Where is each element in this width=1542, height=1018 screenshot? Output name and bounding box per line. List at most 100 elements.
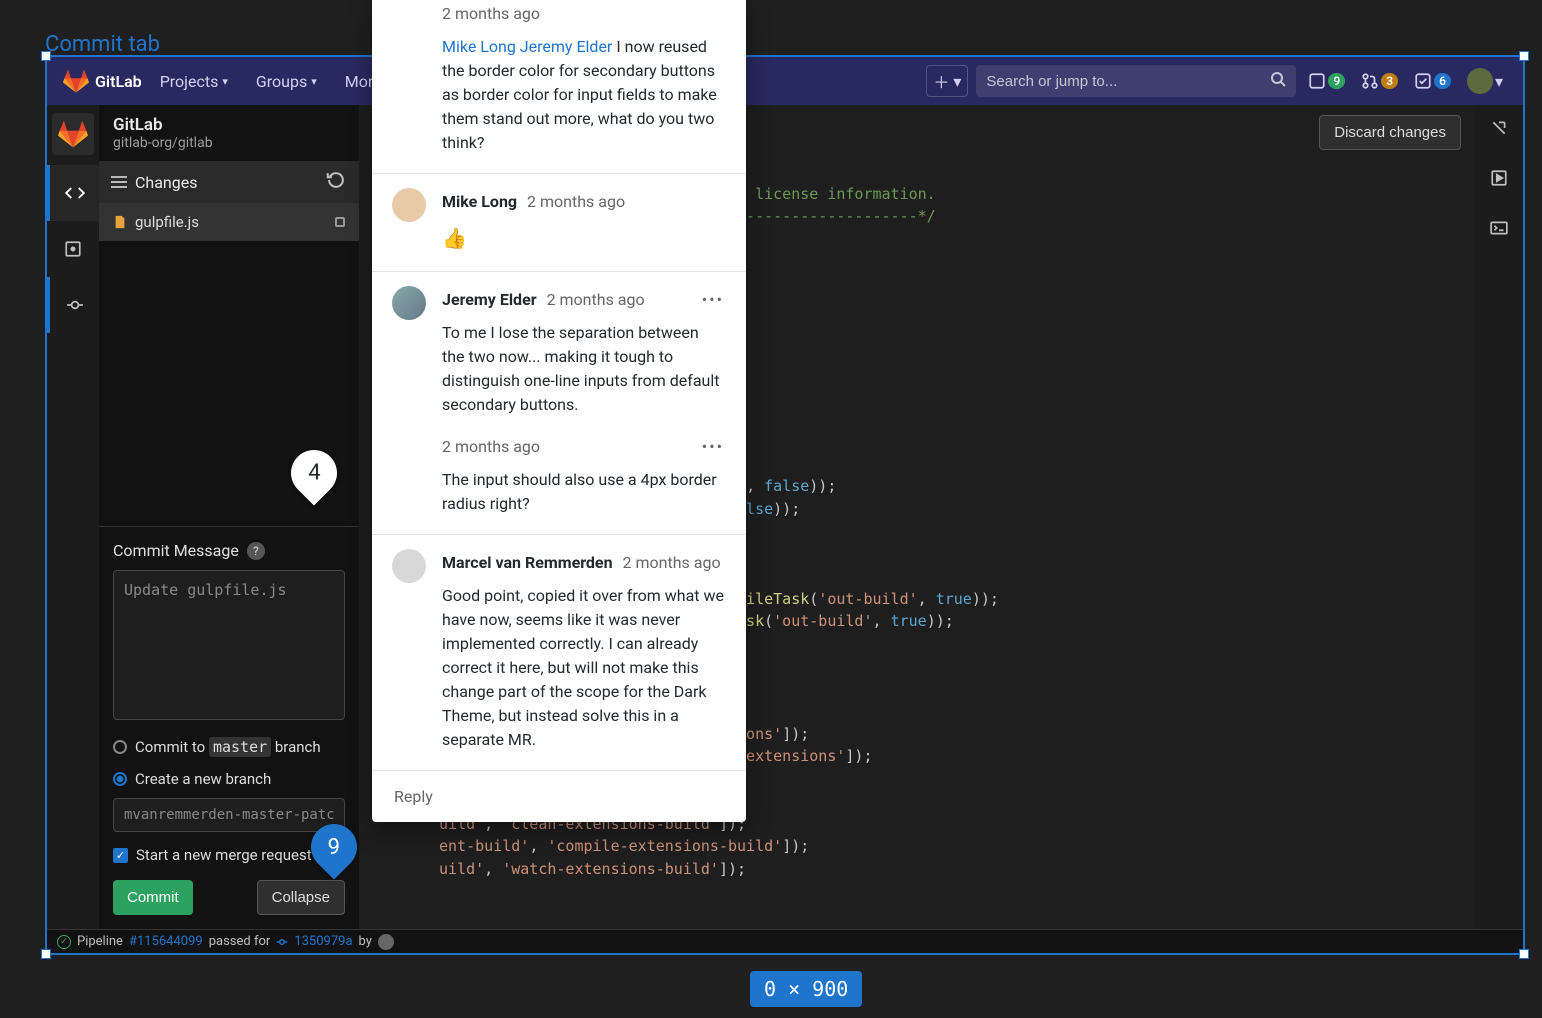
discard-changes-button[interactable]: Discard changes (1319, 115, 1461, 150)
project-path: gitlab-org/gitlab (113, 135, 345, 151)
project-name: GitLab (113, 115, 345, 135)
start-mr-label: Start a new merge request (136, 846, 312, 864)
rail-review[interactable] (47, 221, 99, 277)
status-bar: ✓ Pipeline #115644099 passed for 1350979… (47, 929, 1523, 953)
user-menu[interactable]: ▾ (1463, 68, 1507, 94)
comment-avatar[interactable] (392, 188, 426, 222)
commit-sha-link[interactable]: 1350979a (294, 934, 352, 949)
commit-to-suffix: branch (271, 738, 321, 756)
comment-time: 2 months ago (442, 437, 540, 456)
gitlab-logo[interactable]: GitLab (63, 68, 142, 94)
author-avatar[interactable] (378, 934, 394, 950)
chevron-down-icon: ▾ (311, 75, 317, 88)
pipeline-label: Pipeline (77, 934, 123, 949)
comment-author[interactable]: Jeremy Elder (442, 290, 537, 309)
pipeline-passed: passed for (209, 934, 271, 949)
chevron-down-icon: ▾ (1495, 72, 1503, 91)
pipeline-status-icon[interactable]: ✓ (57, 935, 71, 949)
collapse-button[interactable]: Collapse (257, 880, 345, 915)
selection-handle[interactable] (1519, 949, 1529, 959)
nav-groups-label: Groups (256, 72, 307, 91)
commit-message-text: Commit Message (113, 541, 239, 560)
comment-menu-icon[interactable]: ••• (702, 290, 724, 309)
live-preview-icon[interactable] (1490, 169, 1508, 191)
frame-dimensions-badge: 0 × 900 (750, 971, 862, 1007)
discard-all-icon[interactable] (325, 169, 347, 195)
comment-menu-icon[interactable]: ••• (702, 437, 724, 456)
commit-button[interactable]: Commit (113, 880, 193, 915)
create-new-branch-option[interactable]: Create a new branch (113, 770, 345, 788)
comment-author[interactable]: Marcel van Remmerden (442, 553, 613, 572)
tanuki-icon (58, 119, 88, 149)
nav-projects-label: Projects (160, 72, 219, 91)
user-mention[interactable]: Jeremy Elder (520, 37, 613, 56)
thread-comment: Marcel van Remmerden 2 months ago Good p… (372, 535, 746, 771)
selection-handle[interactable] (41, 51, 51, 61)
create-new-button[interactable]: ＋ ▾ (926, 65, 968, 97)
merge-requests-link[interactable]: 3 (1357, 72, 1402, 90)
design-pin-4[interactable]: 4 (291, 450, 337, 504)
commit-to-branch-option[interactable]: Commit to master branch (113, 738, 345, 756)
comment-body: Mike Long Jeremy Elder I now reused the … (442, 35, 724, 155)
rail-edit[interactable] (47, 165, 99, 221)
todos-link[interactable]: 6 (1410, 72, 1455, 90)
comment-author[interactable]: Mike Long (442, 192, 517, 211)
terminal-icon[interactable] (1490, 219, 1508, 241)
right-sidebar (1475, 105, 1523, 929)
commit-to-branch: master (209, 737, 271, 757)
modified-indicator (335, 217, 345, 227)
todo-icon (1414, 72, 1432, 90)
nav-projects[interactable]: Projects ▾ (150, 72, 238, 91)
file-name: gulpfile.js (135, 213, 199, 231)
changes-title: Changes (135, 173, 198, 192)
issues-icon (1308, 72, 1326, 90)
project-header: GitLab gitlab-org/gitlab (99, 105, 359, 161)
changed-file[interactable]: gulpfile.js (99, 203, 359, 241)
commit-to-prefix: Commit to (135, 738, 209, 756)
rail-commit[interactable] (47, 277, 99, 333)
comment-body: Good point, copied it over from what we … (442, 584, 724, 752)
commit-message-label: Commit Message ? (113, 541, 345, 560)
search-icon (1270, 71, 1286, 91)
comment-body: The input should also use a 4px border r… (442, 468, 724, 516)
commit-to-label: Commit to master branch (135, 738, 321, 756)
merge-request-icon (1361, 72, 1379, 90)
thread-comment: 2 months ago ••• The input should also u… (372, 427, 746, 535)
review-icon (64, 240, 82, 258)
chevron-down-icon: ▾ (222, 75, 228, 88)
new-branch-label: Create a new branch (135, 770, 271, 788)
app-frame: GitLab Projects ▾ Groups ▾ More ＋ ▾ 9 (45, 55, 1525, 955)
comment-time: 2 months ago (442, 4, 724, 23)
code-icon (65, 183, 85, 203)
radio-selected (113, 772, 127, 786)
user-mention[interactable]: Mike Long (442, 37, 516, 56)
file-icon (113, 215, 127, 229)
hamburger-icon (111, 173, 127, 192)
search-input[interactable] (986, 73, 1262, 90)
chevron-down-icon: ▾ (953, 72, 961, 91)
comment-body: To me I lose the separation between the … (442, 321, 724, 417)
project-icon[interactable] (52, 113, 94, 155)
search-bar[interactable] (976, 65, 1296, 97)
comment-time: 2 months ago (547, 290, 645, 309)
pipeline-id-link[interactable]: #115644099 (129, 934, 203, 949)
mrs-count: 3 (1381, 73, 1398, 89)
issues-link[interactable]: 9 (1304, 72, 1349, 90)
thread-comment: Mike Long 2 months ago 👍 (372, 174, 746, 272)
plus-icon: ＋ (933, 69, 949, 93)
top-nav: GitLab Projects ▾ Groups ▾ More ＋ ▾ 9 (47, 57, 1523, 105)
comment-avatar[interactable] (392, 549, 426, 583)
comment-avatar[interactable] (392, 286, 426, 320)
checkbox-checked: ✓ (113, 848, 128, 863)
user-avatar (1467, 68, 1493, 94)
pipeline-icon[interactable] (1490, 119, 1508, 141)
selection-handle[interactable] (1519, 51, 1529, 61)
pin-number: 4 (308, 461, 320, 486)
reply-input[interactable]: Reply (372, 771, 746, 822)
help-icon[interactable]: ? (247, 542, 265, 560)
comment-body: 👍 (442, 223, 724, 253)
commit-message-input[interactable]: Update gulpfile.js (113, 570, 345, 720)
selection-handle[interactable] (41, 949, 51, 959)
nav-groups[interactable]: Groups ▾ (246, 72, 327, 91)
design-pin-9[interactable]: 9 (311, 824, 357, 878)
